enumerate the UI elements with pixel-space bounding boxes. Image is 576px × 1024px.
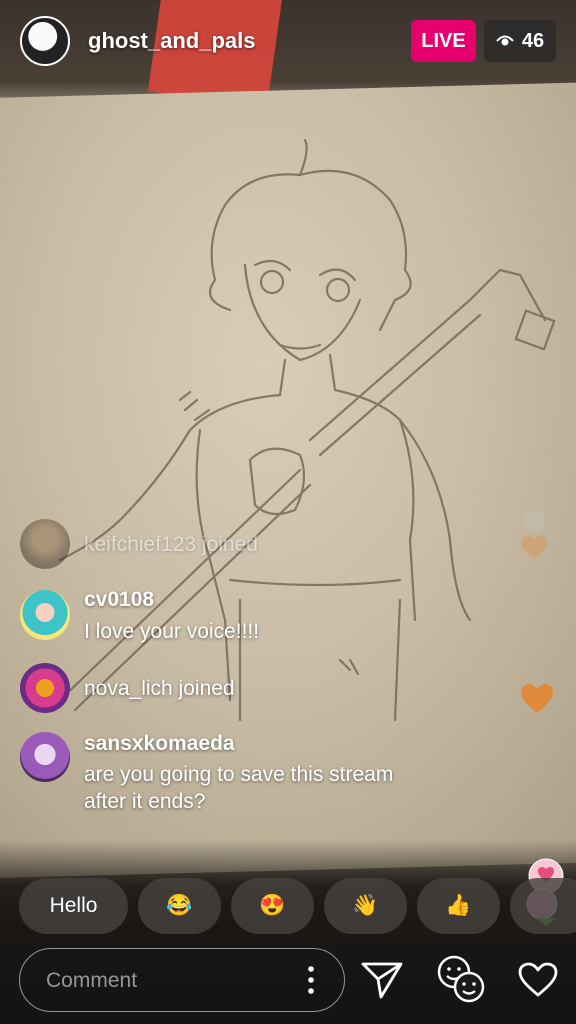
comment-item: nova_lich joined bbox=[20, 663, 540, 715]
comment-placeholder: Comment bbox=[46, 969, 138, 992]
commenter-avatar[interactable] bbox=[20, 732, 70, 782]
comment-text-line: after it ends? bbox=[84, 790, 206, 813]
comment-text-line: are you going to save this stream bbox=[84, 763, 394, 786]
quick-reactions-bar: Hello 😂 😍 👋 👍 bbox=[19, 878, 576, 936]
heart-icon bbox=[520, 535, 548, 560]
comment-item: keifchief123 joined bbox=[20, 519, 540, 571]
quick-reaction-wave[interactable]: 👋 bbox=[324, 878, 407, 934]
stream-header: ghost_and_pals LIVE 46 bbox=[0, 0, 576, 84]
comment-item: sansxkomaeda are you going to save this … bbox=[20, 732, 540, 822]
host-username[interactable]: ghost_and_pals bbox=[88, 28, 255, 54]
comment-item: cv0108 I love your voice!!!! bbox=[20, 588, 540, 650]
face-filter-icon[interactable] bbox=[434, 953, 488, 1005]
heart-icon[interactable] bbox=[518, 962, 558, 998]
comment-text: I love your voice!!!! bbox=[84, 620, 260, 643]
heart-icon bbox=[521, 684, 553, 713]
viewer-count: 46 bbox=[521, 29, 545, 52]
comment-input[interactable]: Comment bbox=[19, 948, 345, 1012]
commenter-username[interactable]: sansxkomaeda bbox=[84, 732, 235, 756]
quick-reaction-thumbs-up[interactable]: 👍 bbox=[417, 878, 500, 934]
quick-reaction-heart-eyes[interactable]: 😍 bbox=[231, 878, 314, 934]
send-icon[interactable] bbox=[361, 960, 403, 1000]
host-avatar[interactable] bbox=[20, 16, 70, 66]
commenter-avatar[interactable] bbox=[20, 519, 70, 569]
live-badge: LIVE bbox=[411, 20, 476, 62]
commenter-avatar[interactable] bbox=[20, 590, 70, 640]
join-message: keifchief123 joined bbox=[84, 533, 258, 556]
viewer-count-button[interactable]: 46 bbox=[484, 20, 556, 62]
join-message: nova_lich joined bbox=[84, 677, 235, 700]
quick-reaction-laugh[interactable]: 😂 bbox=[138, 878, 221, 934]
eye-icon bbox=[496, 35, 514, 46]
bubble-icon bbox=[525, 511, 545, 531]
commenter-username[interactable]: cv0108 bbox=[84, 588, 154, 612]
more-vertical-icon[interactable] bbox=[308, 965, 314, 995]
quick-reaction-hello[interactable]: Hello bbox=[19, 878, 128, 934]
stream-video-background bbox=[0, 0, 576, 1024]
commenter-avatar[interactable] bbox=[20, 663, 70, 713]
quick-reaction-more[interactable] bbox=[510, 878, 576, 934]
